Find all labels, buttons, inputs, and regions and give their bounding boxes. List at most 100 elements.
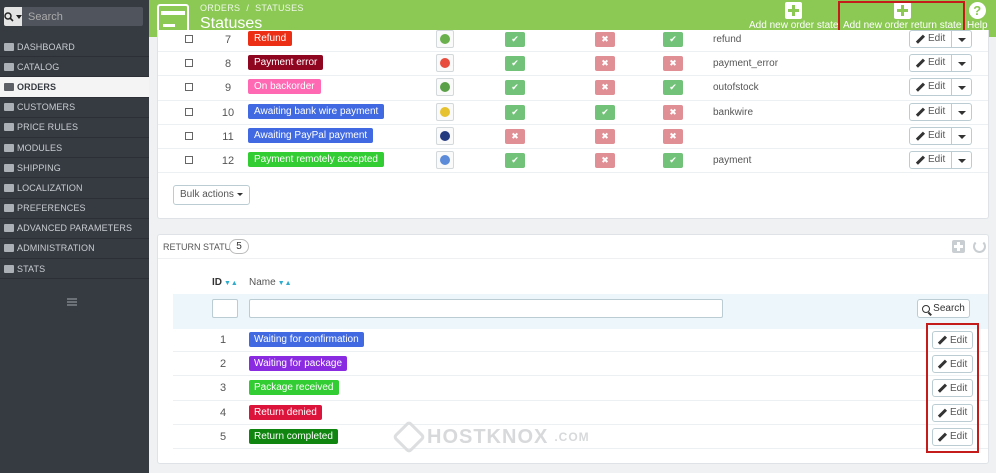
edit-button-group: Edit — [909, 78, 973, 97]
sidebar-item-label: PREFERENCES — [17, 203, 86, 214]
check-icon[interactable]: ✔ — [663, 153, 683, 168]
check-icon[interactable]: ✔ — [663, 80, 683, 96]
email-template: bankwire — [713, 106, 754, 118]
cogs-icon — [4, 224, 14, 233]
status-badge: Awaiting bank wire payment — [248, 103, 385, 119]
filter-id-input[interactable] — [212, 299, 238, 318]
sidebar-item-price-rules[interactable]: PRICE RULES — [0, 118, 149, 138]
edit-button[interactable]: Edit — [932, 427, 974, 446]
row-actions-dropdown[interactable] — [952, 102, 973, 121]
sidebar-search — [4, 7, 143, 26]
cross-icon[interactable]: ✖ — [595, 128, 615, 144]
sidebar-item-label: LOCALIZATION — [17, 182, 83, 193]
edit-button[interactable]: Edit — [909, 30, 953, 48]
breadcrumb-separator: / — [246, 3, 250, 13]
edit-button[interactable]: Edit — [909, 54, 953, 73]
search-button[interactable]: Search — [917, 299, 970, 318]
check-icon[interactable]: ✔ — [505, 153, 525, 168]
cross-icon[interactable]: ✖ — [595, 80, 615, 96]
check-icon[interactable]: ✔ — [505, 32, 525, 47]
price-rules-icon — [4, 123, 14, 132]
search-options-button[interactable] — [4, 7, 22, 26]
filter-name-input[interactable] — [249, 299, 723, 318]
cross-icon[interactable]: ✖ — [505, 128, 525, 144]
status-badge: Payment remotely accepted — [248, 152, 384, 167]
status-badge: Package received — [249, 380, 339, 396]
edit-button[interactable]: Edit — [932, 379, 974, 398]
row-actions-dropdown[interactable] — [952, 54, 973, 73]
column-name-label: Name — [249, 277, 276, 288]
sidebar: DASHBOARD CATALOG ORDERS CUSTOMERS PRICE RUL… — [0, 0, 149, 473]
stats-icon — [4, 264, 14, 273]
check-icon[interactable]: ✔ — [663, 32, 683, 47]
bulk-actions-button[interactable]: Bulk actions — [173, 185, 250, 205]
edit-button[interactable]: Edit — [909, 78, 953, 97]
sidebar-search-input[interactable] — [22, 7, 143, 26]
row-actions-dropdown[interactable] — [952, 30, 973, 48]
watermark: HOSTKNOX .COM — [392, 420, 590, 454]
check-icon[interactable]: ✔ — [505, 104, 525, 120]
breadcrumb-orders[interactable]: ORDERS — [200, 3, 240, 13]
row-checkbox[interactable] — [185, 59, 193, 68]
edit-label: Edit — [950, 334, 968, 346]
row-id: 1 — [219, 334, 227, 346]
edit-button[interactable]: Edit — [932, 403, 974, 422]
edit-label: Edit — [928, 57, 946, 69]
cross-icon[interactable]: ✖ — [663, 128, 683, 144]
collapse-menu-icon[interactable] — [67, 298, 77, 306]
cross-icon[interactable]: ✖ — [595, 56, 615, 72]
row-checkbox[interactable] — [185, 35, 193, 43]
edit-button-group: Edit — [909, 151, 973, 169]
caret-down-icon — [236, 192, 243, 196]
table-row: 3 Package received Edit — [173, 376, 988, 401]
dashboard-icon — [4, 42, 14, 51]
row-checkbox[interactable] — [185, 83, 193, 92]
pencil-icon — [938, 384, 946, 392]
edit-button[interactable]: Edit — [909, 126, 953, 145]
sidebar-item-modules[interactable]: MODULES — [0, 138, 149, 159]
pencil-icon — [916, 132, 924, 140]
row-checkbox[interactable] — [185, 156, 193, 164]
edit-button[interactable]: Edit — [932, 355, 974, 374]
sidebar-item-orders[interactable]: ORDERS — [0, 77, 149, 98]
status-icon — [436, 54, 454, 73]
status-badge: Refund — [248, 31, 293, 46]
sidebar-item-customers[interactable]: CUSTOMERS — [0, 98, 149, 118]
edit-button[interactable]: Edit — [909, 151, 953, 169]
customers-icon — [4, 103, 14, 112]
sidebar-item-advanced-parameters[interactable]: ADVANCED PARAMETERS — [0, 219, 149, 239]
cross-icon[interactable]: ✖ — [663, 56, 683, 72]
plus-icon — [893, 2, 911, 19]
modules-icon — [4, 143, 14, 152]
row-id: 2 — [219, 358, 227, 371]
sidebar-item-dashboard[interactable]: DASHBOARD — [0, 37, 149, 58]
row-actions-dropdown[interactable] — [952, 78, 973, 97]
edit-button[interactable]: Edit — [909, 102, 953, 121]
sidebar-item-label: ADVANCED PARAMETERS — [17, 223, 133, 234]
row-checkbox[interactable] — [185, 131, 193, 140]
row-actions-dropdown[interactable] — [952, 126, 973, 145]
edit-button[interactable]: Edit — [932, 331, 974, 349]
sidebar-item-shipping[interactable]: SHIPPING — [0, 158, 149, 179]
sidebar-item-stats[interactable]: STATS — [0, 259, 149, 280]
email-template: refund — [713, 34, 742, 45]
cross-icon[interactable]: ✖ — [595, 32, 615, 47]
row-actions-dropdown[interactable] — [952, 151, 973, 169]
help-icon: ? — [968, 2, 986, 19]
check-icon[interactable]: ✔ — [505, 80, 525, 96]
check-icon[interactable]: ✔ — [595, 104, 615, 120]
cross-icon[interactable]: ✖ — [595, 153, 615, 168]
breadcrumb: ORDERS / STATUSES — [200, 3, 304, 13]
sidebar-item-catalog[interactable]: CATALOG — [0, 57, 149, 78]
add-icon[interactable] — [952, 240, 965, 253]
row-checkbox[interactable] — [185, 107, 193, 116]
sort-arrows-icon[interactable]: ▼▲ — [278, 280, 292, 287]
refresh-icon[interactable] — [973, 240, 986, 253]
search-icon — [922, 304, 931, 313]
sidebar-item-administration[interactable]: ADMINISTRATION — [0, 239, 149, 260]
cross-icon[interactable]: ✖ — [663, 104, 683, 120]
sidebar-item-preferences[interactable]: PREFERENCES — [0, 199, 149, 219]
sidebar-item-localization[interactable]: LOCALIZATION — [0, 178, 149, 199]
check-icon[interactable]: ✔ — [505, 56, 525, 72]
sort-arrows-icon[interactable]: ▼▲ — [224, 280, 238, 287]
